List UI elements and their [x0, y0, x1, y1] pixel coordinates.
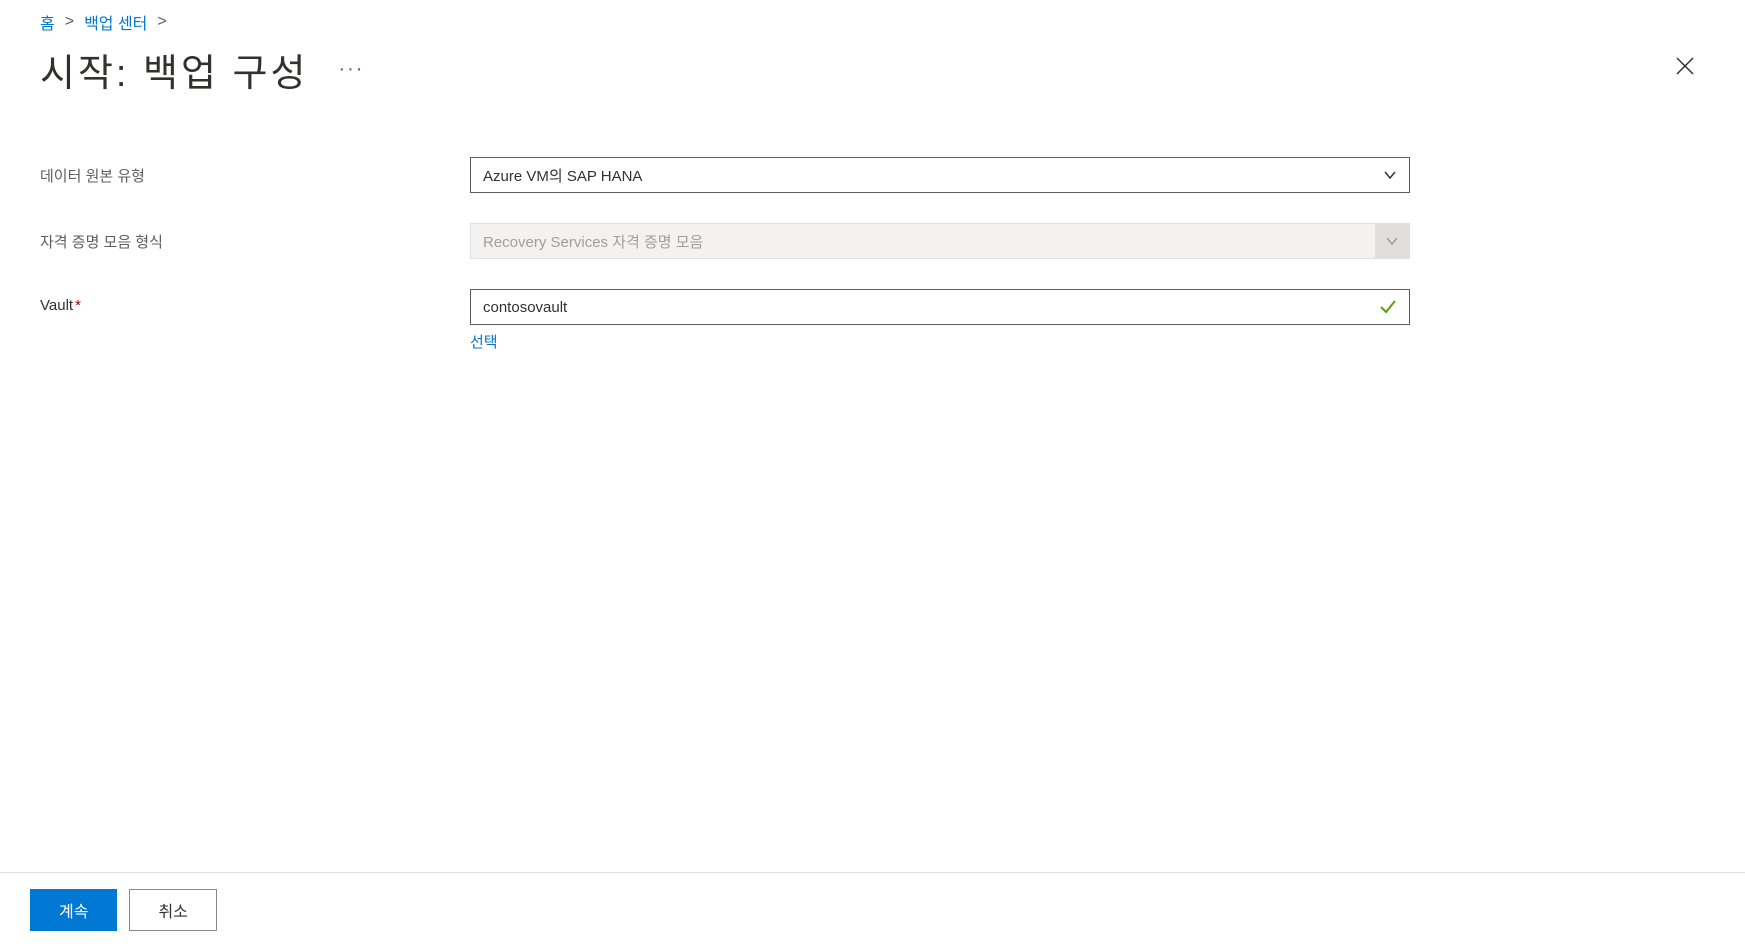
datasource-type-value: Azure VM의 SAP HANA	[483, 165, 642, 186]
chevron-down-icon	[1385, 234, 1399, 248]
breadcrumb: 홈 > 백업 센터 >	[40, 10, 1715, 34]
checkmark-icon	[1379, 298, 1397, 316]
vault-select-link[interactable]: 선택	[470, 331, 1410, 352]
more-options-icon[interactable]: ···	[338, 58, 364, 81]
breadcrumb-backup-center-link[interactable]: 백업 센터	[84, 10, 147, 34]
required-indicator: *	[75, 297, 81, 314]
vault-label: Vault*	[40, 289, 470, 314]
chevron-right-icon: >	[157, 13, 166, 31]
datasource-type-select[interactable]: Azure VM의 SAP HANA	[470, 157, 1410, 193]
continue-button[interactable]: 계속	[30, 889, 117, 931]
breadcrumb-home-link[interactable]: 홈	[40, 10, 55, 34]
chevron-right-icon: >	[65, 13, 74, 31]
vault-type-select: Recovery Services 자격 증명 모음	[470, 223, 1410, 259]
vault-type-value: Recovery Services 자격 증명 모음	[483, 231, 703, 252]
vault-type-label: 자격 증명 모음 형식	[40, 223, 470, 252]
datasource-type-label: 데이터 원본 유형	[40, 157, 470, 186]
vault-value: contosovault	[483, 299, 567, 316]
vault-input[interactable]: contosovault	[470, 289, 1410, 325]
close-icon	[1673, 54, 1697, 78]
page-title: 시작: 백업 구성	[40, 42, 308, 97]
chevron-down-icon	[1383, 168, 1397, 182]
footer: 계속 취소	[0, 872, 1745, 947]
cancel-button[interactable]: 취소	[129, 889, 216, 931]
close-button[interactable]	[1665, 46, 1705, 93]
